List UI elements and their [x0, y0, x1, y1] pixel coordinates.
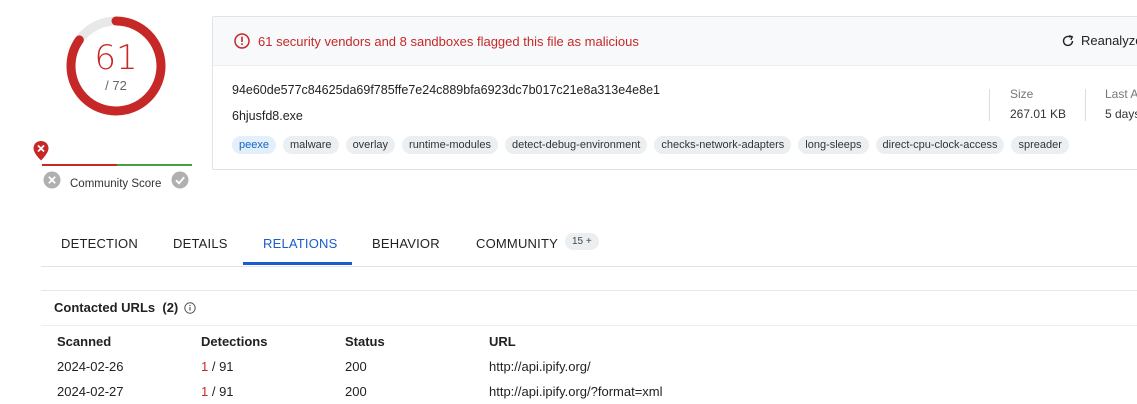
meta-divider — [989, 89, 990, 121]
file-summary-card: 61 security vendors and 8 sandboxes flag… — [212, 16, 1137, 170]
detection-total: / 72 — [105, 78, 127, 93]
file-hash[interactable]: 94e60de577c84625da69f785ffe7e24c889bfa69… — [232, 83, 660, 97]
map-pin-icon — [33, 141, 49, 161]
row-status: 200 — [345, 359, 367, 374]
close-circle-icon[interactable] — [43, 171, 61, 189]
section-count: (2) — [162, 300, 179, 315]
tag-detect-debug-environment[interactable]: detect-debug-environment — [504, 136, 648, 154]
row-scanned: 2024-02-26 — [57, 359, 124, 374]
alert-message: 61 security vendors and 8 sandboxes flag… — [258, 34, 639, 49]
community-score-bar — [42, 164, 192, 166]
tab-detection[interactable]: DETECTION — [61, 236, 138, 251]
size-value: 267.01 KB — [1010, 107, 1067, 121]
meta-divider — [1085, 89, 1086, 121]
tag-spreader[interactable]: spreader — [1011, 136, 1069, 154]
row-url[interactable]: http://api.ipify.org/ — [489, 359, 591, 374]
alert-circle-icon — [234, 33, 250, 49]
tag-list: peexe malware overlay runtime-modules de… — [232, 136, 1069, 154]
row-url[interactable]: http://api.ipify.org/?format=xml — [489, 384, 663, 399]
active-tab-indicator — [243, 262, 352, 265]
tag-long-sleeps[interactable]: long-sleeps — [798, 136, 869, 154]
check-circle-icon[interactable] — [171, 171, 189, 189]
last-analysis-value: 5 days — [1105, 107, 1137, 121]
malicious-alert-banner: 61 security vendors and 8 sandboxes flag… — [213, 17, 1137, 66]
tag-runtime-modules[interactable]: runtime-modules — [402, 136, 498, 154]
info-icon[interactable] — [184, 302, 196, 314]
reanalyze-label: Reanalyze — [1081, 33, 1137, 48]
section-title-text: Contacted URLs — [54, 300, 156, 315]
last-analysis-label: Last A — [1105, 87, 1137, 101]
tag-malware[interactable]: malware — [282, 136, 339, 154]
tag-checks-network-adapters[interactable]: checks-network-adapters — [654, 136, 792, 154]
column-header-status[interactable]: Status — [345, 334, 385, 349]
tag-peexe[interactable]: peexe — [232, 136, 276, 154]
community-count-badge: 15 + — [565, 233, 599, 250]
detections-total: / 91 — [208, 384, 234, 399]
tab-community[interactable]: COMMUNITY — [476, 236, 558, 251]
row-scanned: 2024-02-27 — [57, 384, 124, 399]
column-header-detections[interactable]: Detections — [201, 334, 267, 349]
community-score-label: Community Score — [70, 178, 162, 190]
tag-direct-cpu-clock-access[interactable]: direct-cpu-clock-access — [875, 136, 1005, 154]
contacted-urls-header: Contacted URLs (2) — [41, 290, 1137, 326]
row-detections: 1 / 91 — [201, 384, 234, 399]
tab-relations[interactable]: RELATIONS — [263, 236, 338, 251]
file-name: 6hjusfd8.exe — [232, 109, 303, 123]
tag-overlay[interactable]: overlay — [345, 136, 396, 154]
column-header-url[interactable]: URL — [489, 334, 516, 349]
refresh-icon — [1062, 34, 1074, 46]
tab-behavior[interactable]: BEHAVIOR — [372, 236, 440, 251]
row-detections: 1 / 91 — [201, 359, 234, 374]
detection-count: 61 — [94, 38, 138, 78]
detections-total: / 91 — [208, 359, 234, 374]
column-header-scanned[interactable]: Scanned — [57, 334, 111, 349]
row-status: 200 — [345, 384, 367, 399]
section-title: Contacted URLs (2) — [54, 300, 178, 315]
size-label: Size — [1010, 87, 1034, 101]
reanalyze-button[interactable]: Reanalyze — [1061, 33, 1137, 48]
report-tabs: DETECTION DETAILS RELATIONS BEHAVIOR COM… — [41, 222, 1137, 267]
tab-details[interactable]: DETAILS — [173, 236, 228, 251]
